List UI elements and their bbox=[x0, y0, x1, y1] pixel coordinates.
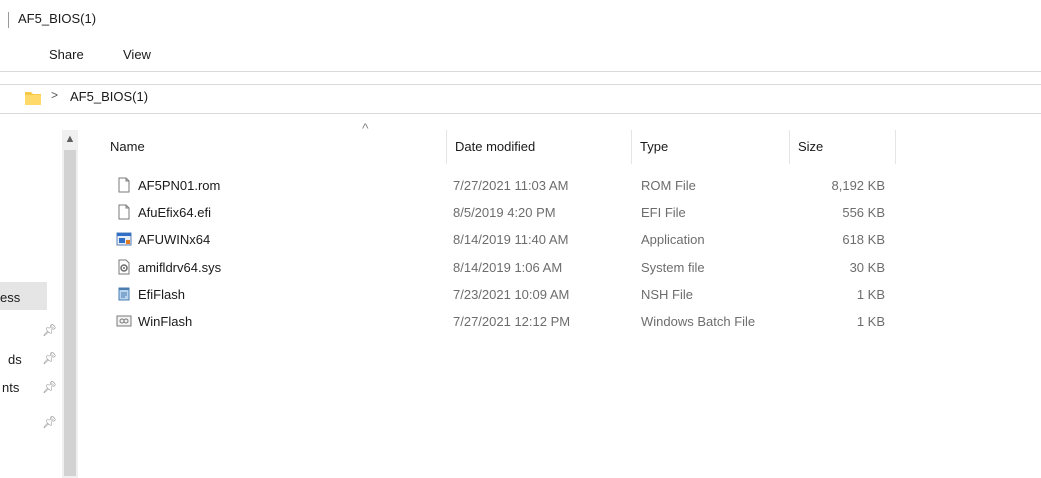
file-date: 7/23/2021 10:09 AM bbox=[453, 287, 570, 302]
scrollbar-thumb[interactable] bbox=[64, 150, 76, 476]
file-type: System file bbox=[641, 260, 705, 275]
file-date: 8/14/2019 1:06 AM bbox=[453, 260, 563, 275]
pin-icon: 📌︎ bbox=[42, 351, 58, 365]
address-bar[interactable]: > AF5_BIOS(1) bbox=[0, 84, 1041, 114]
file-type: Windows Batch File bbox=[641, 314, 756, 329]
blank-file-icon bbox=[118, 204, 130, 220]
tab-view[interactable]: View bbox=[123, 47, 151, 62]
file-name: amifldrv64.sys bbox=[138, 260, 222, 275]
column-header-row: ^ Name Date modified Type Size bbox=[94, 120, 1041, 164]
file-name: AF5PN01.rom bbox=[138, 178, 221, 193]
file-size: 8,192 KB bbox=[831, 178, 886, 193]
window-title: AF5_BIOS(1) bbox=[18, 11, 97, 26]
file-row[interactable]: EfiFlash 7/23/2021 10:09 AM NSH File 1 K… bbox=[94, 281, 894, 308]
title-separator bbox=[8, 12, 9, 28]
file-date: 8/14/2019 11:40 AM bbox=[453, 232, 569, 247]
file-date: 7/27/2021 12:12 PM bbox=[453, 314, 571, 329]
file-name: WinFlash bbox=[138, 314, 193, 329]
file-size: 556 KB bbox=[842, 205, 885, 220]
vertical-scrollbar[interactable]: ▲ bbox=[62, 130, 78, 478]
tab-share[interactable]: Share bbox=[49, 47, 84, 62]
file-date: 7/27/2021 11:03 AM bbox=[453, 178, 569, 193]
file-row[interactable]: AF5PN01.rom 7/27/2021 11:03 AM ROM File … bbox=[94, 172, 894, 199]
navigation-pane: ess 📌︎ ds 📌︎ nts 📌︎ 📌︎ bbox=[0, 130, 62, 478]
file-size: 30 KB bbox=[849, 260, 885, 275]
column-header-size[interactable]: Size bbox=[790, 130, 896, 164]
column-header-name[interactable]: Name bbox=[102, 130, 447, 164]
file-type: NSH File bbox=[641, 287, 694, 302]
file-name: AfuEfix64.efi bbox=[138, 205, 211, 220]
chevron-right-icon[interactable]: > bbox=[51, 88, 58, 102]
file-type: Application bbox=[641, 232, 705, 247]
folder-icon bbox=[25, 92, 41, 105]
file-size: 1 KB bbox=[856, 314, 885, 329]
scroll-up-arrow-icon[interactable]: ▲ bbox=[62, 130, 78, 148]
column-header-type[interactable]: Type bbox=[632, 130, 790, 164]
pin-icon: 📌︎ bbox=[42, 415, 58, 429]
file-size: 1 KB bbox=[856, 287, 885, 302]
pin-icon: 📌︎ bbox=[42, 380, 58, 394]
nav-item-label: ess bbox=[0, 290, 21, 305]
file-row[interactable]: AfuEfix64.efi 8/5/2019 4:20 PM EFI File … bbox=[94, 199, 894, 226]
file-name: EfiFlash bbox=[138, 287, 185, 302]
batch-file-icon bbox=[116, 315, 132, 327]
file-row[interactable]: AFUWINx64 8/14/2019 11:40 AM Application… bbox=[94, 226, 894, 253]
system-file-icon bbox=[118, 259, 130, 275]
application-icon bbox=[116, 232, 132, 246]
file-name: AFUWINx64 bbox=[138, 232, 211, 247]
pin-icon: 📌︎ bbox=[42, 323, 58, 337]
ribbon-divider bbox=[0, 71, 1041, 72]
nav-item-label[interactable]: nts bbox=[2, 380, 19, 395]
breadcrumb[interactable]: AF5_BIOS(1) bbox=[70, 89, 148, 104]
column-header-date[interactable]: Date modified bbox=[447, 130, 632, 164]
file-type: EFI File bbox=[641, 205, 686, 220]
blank-file-icon bbox=[118, 177, 130, 193]
script-file-icon bbox=[118, 287, 130, 301]
nav-item-label[interactable]: ds bbox=[8, 352, 22, 367]
title-bar: AF5_BIOS(1) bbox=[0, 0, 1041, 40]
file-row[interactable]: WinFlash 7/27/2021 12:12 PM Windows Batc… bbox=[94, 308, 894, 335]
file-row[interactable]: amifldrv64.sys 8/14/2019 1:06 AM System … bbox=[94, 254, 894, 281]
file-size: 618 KB bbox=[842, 232, 885, 247]
file-type: ROM File bbox=[641, 178, 696, 193]
file-date: 8/5/2019 4:20 PM bbox=[453, 205, 556, 220]
